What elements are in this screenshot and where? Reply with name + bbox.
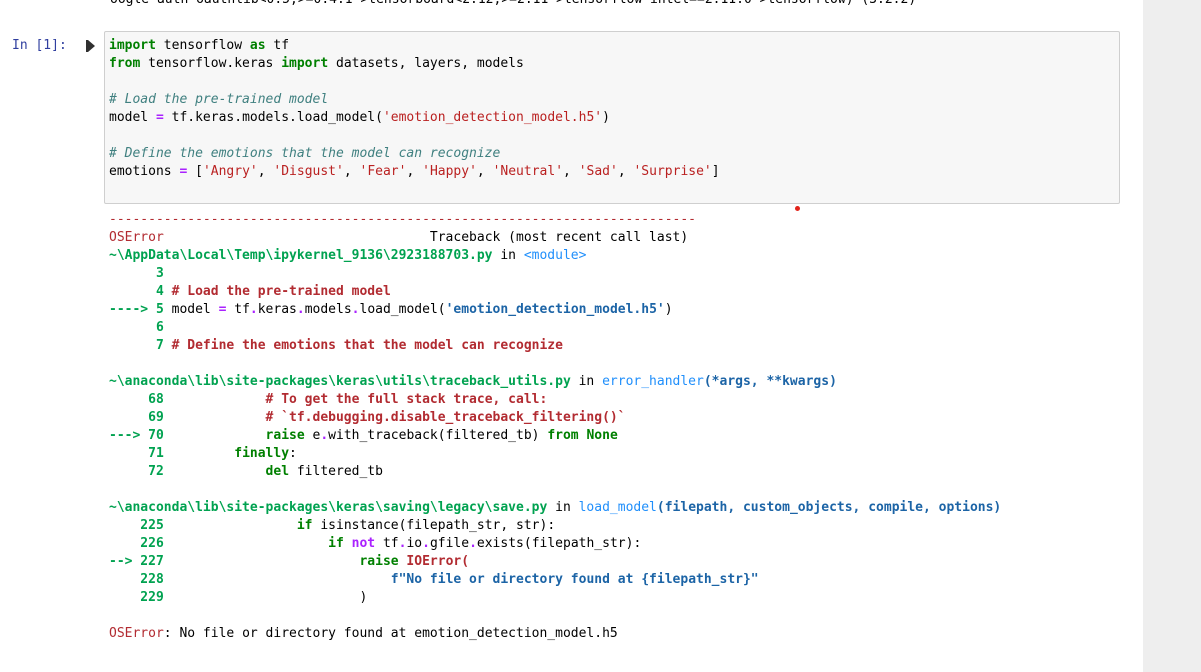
- traceback-line: 226 if not tf.io.gfile.exists(filepath_s…: [109, 536, 642, 551]
- notebook-area: oogle-auth-oauthlib<0.5,>=0.4.1->tensorb…: [0, 0, 1143, 672]
- code-line: # Load the pre-trained model: [109, 92, 329, 107]
- traceback-line: 68 # To get the full stack trace, call:: [109, 392, 548, 407]
- run-cell-icon[interactable]: [86, 40, 95, 52]
- code-editor[interactable]: import tensorflow as tf from tensorflow.…: [109, 37, 720, 181]
- traceback-line: 228 f"No file or directory found at {fil…: [109, 572, 759, 587]
- traceback-line: 69 # `tf.debugging.disable_traceback_fil…: [109, 410, 626, 425]
- traceback-frame-path: ~\anaconda\lib\site-packages\keras\utils…: [109, 374, 837, 389]
- traceback-line: 7 # Define the emotions that the model c…: [109, 338, 563, 353]
- traceback-frame-path: ~\AppData\Local\Temp\ipykernel_9136\2923…: [109, 248, 587, 263]
- traceback-line: 3: [109, 266, 164, 281]
- code-line: # Define the emotions that the model can…: [109, 146, 501, 161]
- traceback-line: 225 if isinstance(filepath_str, str):: [109, 518, 556, 533]
- error-message: OSError: No file or directory found at e…: [109, 626, 618, 641]
- code-line: model = tf.keras.models.load_model('emot…: [109, 110, 610, 125]
- traceback-line: 71 finally:: [109, 446, 297, 461]
- traceback-header: OSError Traceback (most recent call last…: [109, 230, 689, 245]
- previous-cell-output: oogle-auth-oauthlib<0.5,>=0.4.1->tensorb…: [110, 0, 1140, 10]
- traceback-line: 6: [109, 320, 164, 335]
- traceback-line: --> 227 raise IOError(: [109, 554, 470, 569]
- traceback-frame-path: ~\anaconda\lib\site-packages\keras\savin…: [109, 500, 1002, 515]
- traceback-line: 229 ): [109, 590, 368, 605]
- cell-prompt: In [1]:: [12, 38, 67, 53]
- code-line: import tensorflow as tf: [109, 38, 290, 53]
- traceback-line: ---> 70 raise e.with_traceback(filtered_…: [109, 428, 618, 443]
- traceback-line: ----> 5 model = tf.keras.models.load_mod…: [109, 302, 673, 317]
- traceback-line: 72 del filtered_tb: [109, 464, 383, 479]
- traceback-output: ----------------------------------------…: [109, 211, 1001, 643]
- traceback-divider: ----------------------------------------…: [109, 212, 696, 227]
- code-line: emotions = ['Angry', 'Disgust', 'Fear', …: [109, 164, 720, 179]
- right-scroll-gutter[interactable]: [1143, 0, 1201, 672]
- traceback-line: 4 # Load the pre-trained model: [109, 284, 391, 299]
- code-line: from tensorflow.keras import datasets, l…: [109, 56, 524, 71]
